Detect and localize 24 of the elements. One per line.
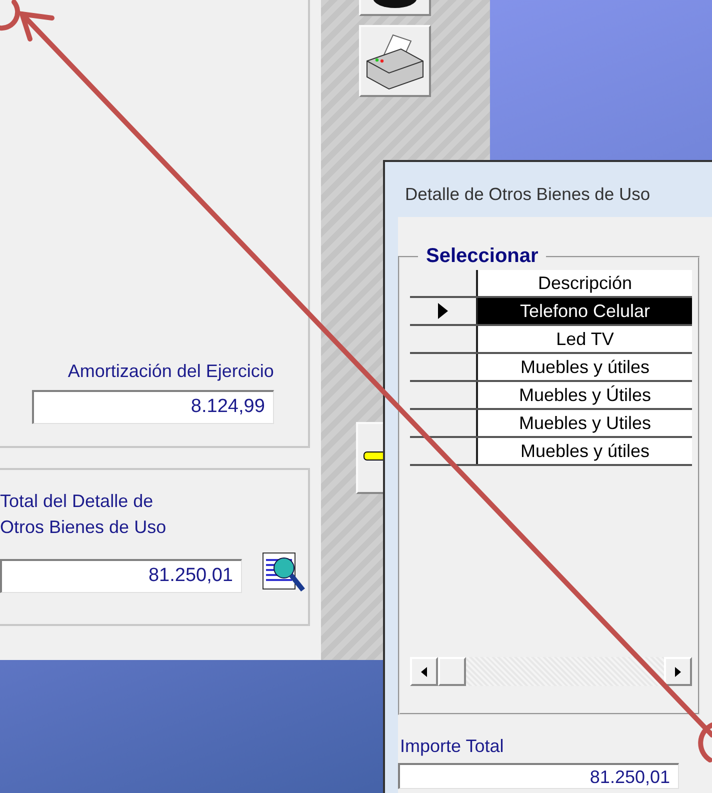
amortization-label: Amortización del Ejercicio [68, 360, 274, 383]
total-label: Total del Detalle de [0, 490, 154, 513]
scroll-right-button[interactable] [664, 657, 692, 686]
import-total-label: Importe Total [400, 735, 505, 758]
right-arrow-icon [675, 666, 681, 676]
row-pointer-icon [438, 303, 448, 319]
table-cell[interactable]: Muebles y útiles [478, 438, 692, 464]
import-total-field[interactable]: 81.250,01 [398, 763, 679, 789]
table-cell[interactable]: Led TV [478, 326, 692, 352]
table-cell[interactable]: Telefono Celular [478, 298, 692, 324]
scroll-thumb[interactable] [438, 657, 466, 686]
left-arrow-icon [421, 666, 427, 676]
print-button[interactable] [358, 25, 431, 97]
table-cell[interactable]: Muebles y Útiles [478, 382, 692, 408]
column-header: Descripción [478, 270, 692, 296]
table-cell[interactable]: Muebles y útiles [478, 354, 692, 380]
amortization-field[interactable]: 8.124,99 [32, 390, 274, 424]
total-label: Otros Bienes de Uso [0, 516, 168, 539]
group-title: Seleccionar [425, 245, 540, 268]
dialog-title: Detalle de Otros Bienes de Uso [404, 183, 652, 206]
horizontal-scrollbar[interactable] [410, 657, 692, 686]
total-field[interactable]: 81.250,01 [0, 559, 242, 593]
table-cell[interactable]: Muebles y Utiles [478, 410, 692, 436]
scroll-left-button[interactable] [410, 657, 438, 686]
